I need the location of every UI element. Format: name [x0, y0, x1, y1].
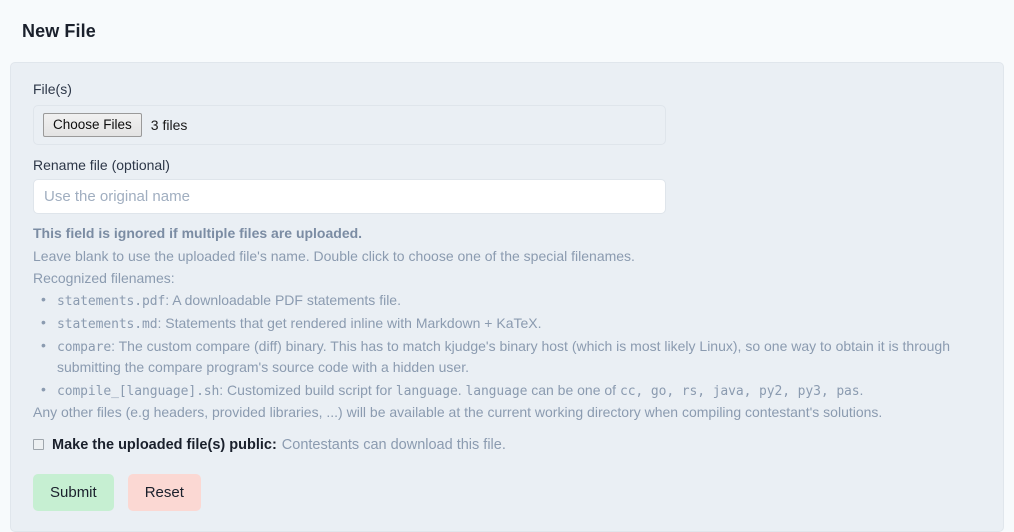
- help-warning: This field is ignored if multiple files …: [33, 225, 363, 242]
- list-item: compare: The custom compare (diff) binar…: [33, 335, 981, 379]
- page-title: New File: [22, 21, 96, 41]
- help-footer: Any other files (e.g headers, provided l…: [33, 404, 883, 421]
- list-item: statements.md: Statements that get rende…: [33, 312, 981, 335]
- filename-code: compare: [57, 339, 112, 355]
- new-file-form-card: File(s) Choose Files 3 files Rename file…: [10, 62, 1004, 532]
- selected-files-count: 3 files: [150, 117, 188, 134]
- reset-button[interactable]: Reset: [127, 473, 201, 511]
- public-checkbox-row: Make the uploaded file(s) public: Contes…: [33, 437, 981, 453]
- make-public-note: Contestants can download this file.: [281, 436, 506, 453]
- language-token-2: language: [465, 383, 528, 399]
- choose-files-button[interactable]: Choose Files: [43, 112, 142, 138]
- filename-code: compile_[language].sh: [57, 383, 220, 399]
- help-leave-blank: Leave blank to use the uploaded file's n…: [33, 247, 635, 264]
- make-public-label: Make the uploaded file(s) public:: [52, 436, 277, 453]
- language-options: cc, go, rs, java, py2, py3, pas: [619, 383, 860, 399]
- filename-code: statements.pdf: [57, 294, 166, 310]
- filename-description: : Statements that get rendered inline wi…: [157, 314, 542, 331]
- submit-button[interactable]: Submit: [33, 473, 114, 511]
- filename-description-2: .: [457, 381, 466, 398]
- filename-description-4: .: [859, 381, 864, 398]
- language-token: language: [395, 383, 458, 399]
- file-field-label: File(s): [33, 81, 72, 97]
- filename-description: : Customized build script for: [219, 381, 396, 398]
- form-actions: Submit Reset: [33, 473, 981, 511]
- filename-description-3: can be one of: [527, 381, 620, 398]
- rename-field-label: Rename file (optional): [33, 157, 170, 174]
- list-item: compile_[language].sh: Customized build …: [33, 379, 981, 402]
- file-input[interactable]: Choose Files 3 files: [33, 104, 666, 146]
- make-public-checkbox[interactable]: [33, 439, 44, 451]
- filename-description: : The custom compare (diff) binary. This…: [57, 337, 950, 376]
- help-text-block: This field is ignored if multiple files …: [33, 223, 981, 423]
- list-item: statements.pdf: A downloadable PDF state…: [33, 289, 981, 312]
- page-root: New File File(s) Choose Files 3 files Re…: [0, 0, 1014, 532]
- recognized-filenames-list: statements.pdf: A downloadable PDF state…: [33, 289, 981, 402]
- filename-description: : A downloadable PDF statements file.: [165, 292, 401, 309]
- help-recognized-heading: Recognized filenames:: [33, 269, 175, 286]
- rename-input[interactable]: [33, 179, 666, 215]
- filename-code: statements.md: [57, 316, 158, 332]
